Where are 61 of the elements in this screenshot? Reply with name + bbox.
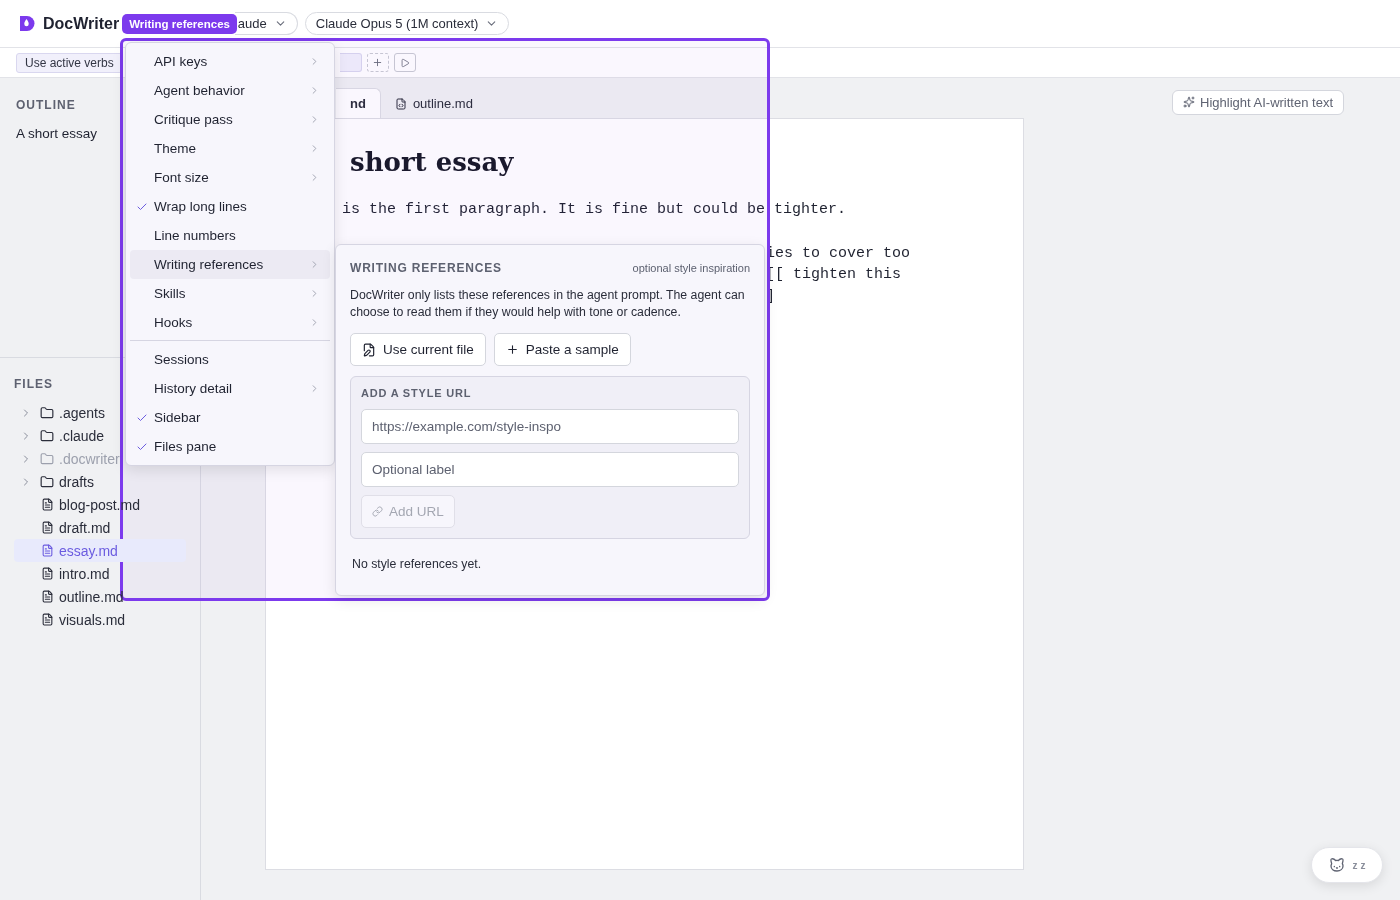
- action-button[interactable]: Paste a sample: [493, 333, 631, 366]
- file-tree-item[interactable]: intro.md: [14, 562, 186, 585]
- model-selector[interactable]: Claude Opus 5 (1M context): [304, 12, 510, 35]
- file-edit-icon: [362, 342, 376, 357]
- add-button[interactable]: [366, 53, 389, 72]
- panel-hint: optional style inspiration: [632, 262, 750, 274]
- file-tree-item[interactable]: visuals.md: [14, 608, 186, 631]
- menu-item[interactable]: Hooks: [130, 308, 330, 337]
- input-field[interactable]: [339, 53, 362, 72]
- file-icon: [41, 613, 54, 626]
- file-icon: [394, 97, 407, 110]
- menu-item[interactable]: Critique pass: [130, 105, 330, 134]
- link-icon: [372, 506, 383, 517]
- menu-item[interactable]: Agent behavior: [130, 76, 330, 105]
- file-icon: [41, 590, 54, 603]
- menu-item[interactable]: Files pane: [130, 432, 330, 461]
- file-tree-item[interactable]: drafts: [14, 470, 186, 493]
- menu-item[interactable]: Font size: [130, 163, 330, 192]
- app-name: DocWriter: [43, 14, 120, 33]
- file-icon: [41, 567, 54, 580]
- plus-icon: [505, 343, 519, 356]
- menu-item[interactable]: Skills: [130, 279, 330, 308]
- folder-icon: [40, 474, 54, 489]
- panel-title: WRITING REFERENCES: [350, 261, 502, 275]
- menu-item[interactable]: Line numbers: [130, 221, 330, 250]
- highlight-button[interactable]: Highlight AI-written text: [1172, 89, 1344, 115]
- menu-item[interactable]: History detail: [130, 374, 330, 403]
- file-icon: [41, 544, 54, 557]
- section-title: ADD A STYLE URL: [361, 387, 473, 399]
- action-button[interactable]: Use current file: [350, 333, 486, 366]
- folder-icon: [40, 451, 54, 466]
- file-tree-item[interactable]: essay.md: [14, 539, 186, 562]
- menu-item[interactable]: Sessions: [130, 345, 330, 374]
- file-tree-item[interactable]: draft.md: [14, 516, 186, 539]
- file-tree-item[interactable]: outline.md: [14, 585, 186, 608]
- file-tab[interactable]: nd: [336, 88, 381, 118]
- menu-item[interactable]: Writing references: [130, 250, 330, 279]
- file-icon: [41, 498, 54, 511]
- folder-icon: [40, 428, 54, 443]
- url-field[interactable]: https://example.com/style-inspo: [361, 409, 739, 444]
- annotation-label: Writing references: [122, 13, 237, 34]
- document-title: short essay: [350, 147, 515, 177]
- cat-icon: [1328, 857, 1345, 873]
- style-chip[interactable]: Use active verbs: [16, 52, 123, 73]
- sparkles-icon: [1183, 96, 1196, 108]
- play-button[interactable]: [393, 53, 416, 72]
- logo-icon: [18, 15, 35, 32]
- document-text: is the first paragraph. It is fine but could be tighter.: [342, 200, 848, 220]
- folder-icon: [40, 405, 54, 420]
- menu-item[interactable]: API keys: [130, 47, 330, 76]
- section-title: OUTLINE: [16, 98, 77, 112]
- menu-item[interactable]: Wrap long lines: [130, 192, 330, 221]
- play-icon: [399, 57, 410, 68]
- menu-item[interactable]: Sidebar: [130, 403, 330, 432]
- menu-item[interactable]: Theme: [130, 134, 330, 163]
- file-icon: [41, 521, 54, 534]
- plus-icon: [372, 57, 384, 68]
- empty-message: No style references yet.: [352, 557, 483, 571]
- file-tab[interactable]: outline.md: [380, 88, 488, 118]
- label-field[interactable]: Optional label: [361, 452, 739, 487]
- panel-description: DocWriter only lists these references in the agent prompt. The agent can choose to read them if they would help with tone or cadence.: [350, 287, 746, 321]
